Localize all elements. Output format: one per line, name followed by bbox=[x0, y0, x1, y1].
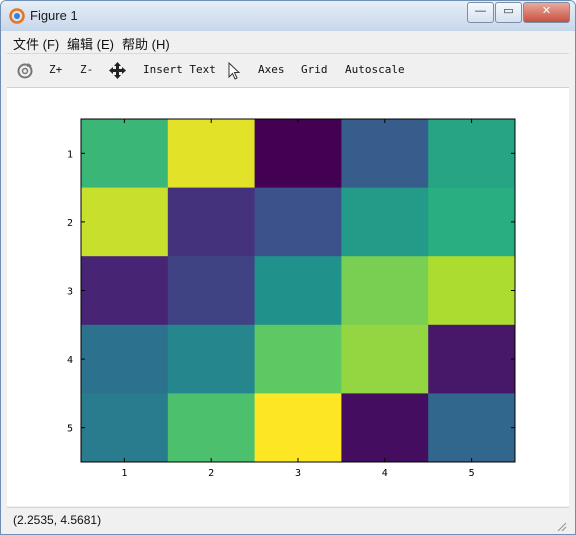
axes-button[interactable]: Axes bbox=[258, 63, 285, 76]
select-cursor-icon[interactable] bbox=[227, 62, 241, 80]
heatmap-cell bbox=[428, 187, 516, 257]
menu-file[interactable]: 文件 (F) bbox=[13, 34, 59, 53]
x-tick-label: 3 bbox=[295, 468, 301, 479]
heatmap-cell bbox=[81, 256, 169, 326]
menu-edit[interactable]: 编辑 (E) bbox=[67, 34, 114, 53]
x-tick-label: 1 bbox=[121, 468, 127, 479]
y-tick-label: 3 bbox=[67, 287, 73, 298]
heatmap-cell bbox=[167, 119, 256, 189]
heatmap-cell bbox=[81, 324, 169, 394]
heatmap-cell bbox=[167, 324, 256, 394]
minimize-button[interactable]: — bbox=[467, 2, 494, 23]
grid-button[interactable]: Grid bbox=[301, 63, 328, 76]
heatmap-cell bbox=[167, 393, 256, 463]
heatmap-cell bbox=[81, 187, 169, 257]
autoscale-button[interactable]: Autoscale bbox=[345, 63, 405, 76]
heatmap-cell bbox=[81, 393, 169, 463]
heatmap-cell bbox=[428, 324, 516, 394]
heatmap-cell bbox=[341, 256, 429, 326]
maximize-button[interactable]: ▭ bbox=[495, 2, 522, 23]
pan-icon[interactable] bbox=[108, 61, 127, 80]
x-tick-label: 4 bbox=[382, 468, 388, 479]
heatmap-cell bbox=[428, 393, 516, 463]
toolbar: Z+ Z- Insert Text Axes Grid Autoscale bbox=[7, 54, 569, 88]
heatmap-cell bbox=[254, 119, 342, 189]
heatmap-cell bbox=[254, 393, 342, 463]
zoom-out-button[interactable]: Z- bbox=[80, 63, 93, 76]
heatmap-cell bbox=[428, 119, 516, 189]
y-tick-label: 4 bbox=[67, 355, 73, 366]
heatmap-chart: 1 2 3 4 5 1 2 3 4 5 bbox=[67, 118, 516, 479]
zoom-in-button[interactable]: Z+ bbox=[49, 63, 62, 76]
y-tick-label: 1 bbox=[67, 149, 73, 160]
cursor-coordinates: (2.2535, 4.5681) bbox=[13, 513, 102, 527]
plot-canvas[interactable]: 1 2 3 4 5 1 2 3 4 5 bbox=[7, 88, 569, 506]
heatmap-cell bbox=[81, 119, 169, 189]
heatmap-cell bbox=[254, 256, 342, 326]
heatmap-cell bbox=[254, 324, 342, 394]
figure-window: Figure 1 — ▭ ✕ 文件 (F) 编辑 (E) 帮助 (H) Z+ Z… bbox=[0, 0, 576, 535]
insert-text-button[interactable]: Insert Text bbox=[143, 63, 216, 76]
resize-grip-icon[interactable] bbox=[555, 520, 567, 532]
title-bar[interactable]: Figure 1 — ▭ ✕ bbox=[1, 1, 575, 31]
heatmap-cell bbox=[428, 256, 516, 326]
heatmap-cell bbox=[341, 324, 429, 394]
heatmap-cell bbox=[254, 187, 342, 257]
octave-logo-icon bbox=[9, 8, 25, 24]
window-title: Figure 1 bbox=[30, 8, 78, 23]
menu-bar: 文件 (F) 编辑 (E) 帮助 (H) bbox=[7, 31, 569, 54]
heatmap-cell bbox=[341, 119, 429, 189]
rotate-icon[interactable] bbox=[16, 62, 34, 80]
status-bar: (2.2535, 4.5681) bbox=[7, 507, 569, 534]
y-tick-label: 5 bbox=[67, 424, 73, 435]
heatmap-cell bbox=[341, 393, 429, 463]
heatmap-cell bbox=[167, 187, 256, 257]
heatmap-cell bbox=[167, 256, 256, 326]
y-tick-label: 2 bbox=[67, 218, 73, 229]
menu-help[interactable]: 帮助 (H) bbox=[122, 34, 170, 53]
x-tick-label: 5 bbox=[469, 468, 475, 479]
close-button[interactable]: ✕ bbox=[523, 2, 570, 23]
x-tick-label: 2 bbox=[208, 468, 214, 479]
heatmap-cell bbox=[341, 187, 429, 257]
